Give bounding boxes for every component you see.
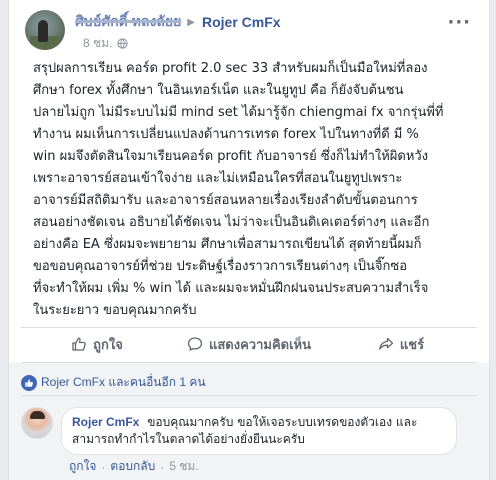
post-text-line: ศึกษา forex ทั้งศึกษา ในอินเทอร์เน็ต และ…	[33, 83, 404, 98]
comment-button[interactable]: แสดงความคิดเห็น	[173, 330, 325, 358]
author-avatar[interactable]	[25, 10, 65, 50]
comment-bubble: Rojer CmFx ขอบคุณมากครับ ขอให้เจอระบบเทร…	[61, 407, 457, 455]
author-line: ศิษย์ศักดิ์ หลงลัยย ▶ Rojer CmFx	[75, 12, 281, 32]
post-text-line: ในระยะยาว ขอบคุณมากครับ	[33, 303, 197, 318]
post-text-line: win ผมจึงตัดสินใจมาเรียนคอร์ด profit กับ…	[33, 149, 429, 164]
divider	[21, 395, 477, 396]
post-text-line: ที่จะทำให้ผม เพิ่ม % win ได้ และผมจะหมั่…	[33, 281, 429, 296]
comment-actions: ถูกใจ · ตอบกลับ · 5 ชม.	[69, 457, 199, 476]
comment-like-link[interactable]: ถูกใจ	[69, 457, 96, 476]
post-meta: 8 ชม.	[83, 34, 129, 53]
comment-icon	[187, 337, 203, 351]
comments-section: Rojer CmFx และคนอื่นอีก 1 คน Rojer CmFx …	[9, 363, 489, 480]
post-text-line: อาจารย์มีสถิติมารับ และอาจารย์สอนหลายเรื…	[33, 193, 418, 208]
thumbs-up-icon	[72, 337, 86, 351]
post-header: ศิษย์ศักดิ์ หลงลัยย ▶ Rojer CmFx 8 ชม. ·…	[25, 10, 477, 54]
post-text-line: ทำงาน ผมเห็นการเปลี่ยนแปลงด้านการเทรด fo…	[33, 127, 419, 142]
comment-button-label: แสดงความคิดเห็น	[208, 336, 311, 352]
divider	[21, 327, 477, 328]
post-timestamp[interactable]: 8 ชม.	[83, 34, 112, 53]
like-button-label: ถูกใจ	[93, 336, 123, 352]
reactions-summary-text: Rojer CmFx และคนอื่นอีก 1 คน	[41, 375, 206, 389]
post-card: ศิษย์ศักดิ์ หลงลัยย ▶ Rojer CmFx 8 ชม. ·…	[8, 0, 490, 480]
post-text-line: สรุปผลการเรียน คอร์ด profit 2.0 sec 33 ส…	[33, 61, 428, 76]
post-text-line: ขอขอบคุณอาจารย์ที่ช่วย ประดิษฐ์เรื่องราว…	[33, 259, 408, 274]
share-arrow-icon	[379, 337, 394, 350]
commenter-avatar[interactable]	[21, 407, 53, 439]
like-reaction-icon	[21, 374, 37, 391]
like-button[interactable]: ถูกใจ	[21, 330, 173, 358]
post-text-line: อย่างคือ EA ซึ่งผมจะพยายาม ศึกษาเพื่อสาม…	[33, 237, 422, 252]
shared-to-arrow-icon: ▶	[187, 16, 195, 28]
globe-icon	[117, 38, 129, 49]
page-name-link[interactable]: Rojer CmFx	[202, 14, 281, 30]
author-name-obscured[interactable]: ศิษย์ศักดิ์ หลงลัยย	[75, 11, 181, 33]
comment-timestamp[interactable]: 5 ชม.	[169, 457, 198, 476]
comment-reply-link[interactable]: ตอบกลับ	[110, 457, 155, 476]
post-text-line: เพราะอาจารย์สอนเข้าใจง่าย และไม่เหมือนใค…	[33, 171, 403, 186]
comment-author-link[interactable]: Rojer CmFx	[72, 415, 139, 429]
share-button[interactable]: แชร์	[325, 330, 477, 358]
post-body: สรุปผลการเรียน คอร์ด profit 2.0 sec 33 ส…	[33, 58, 473, 322]
separator-dot: ·	[160, 459, 165, 474]
post-actions-bar: ถูกใจ แสดงความคิดเห็น แชร์	[21, 330, 477, 358]
reactions-summary[interactable]: Rojer CmFx และคนอื่นอีก 1 คน	[21, 373, 206, 392]
share-button-label: แชร์	[399, 336, 425, 352]
more-options-icon[interactable]: ···	[447, 12, 471, 33]
comment-content: Rojer CmFx ขอบคุณมากครับ ขอให้เจอระบบเทร…	[72, 414, 444, 448]
separator-dot: ·	[101, 459, 106, 474]
post-text-line: สอนอย่างชัดเจน อธิบายได้ชัดเจน ไม่ว่าจะเ…	[33, 215, 430, 230]
post-text-line: ปลายไม่ถูก ไม่มีระบบไม่มี mind set ได้มา…	[33, 105, 444, 120]
